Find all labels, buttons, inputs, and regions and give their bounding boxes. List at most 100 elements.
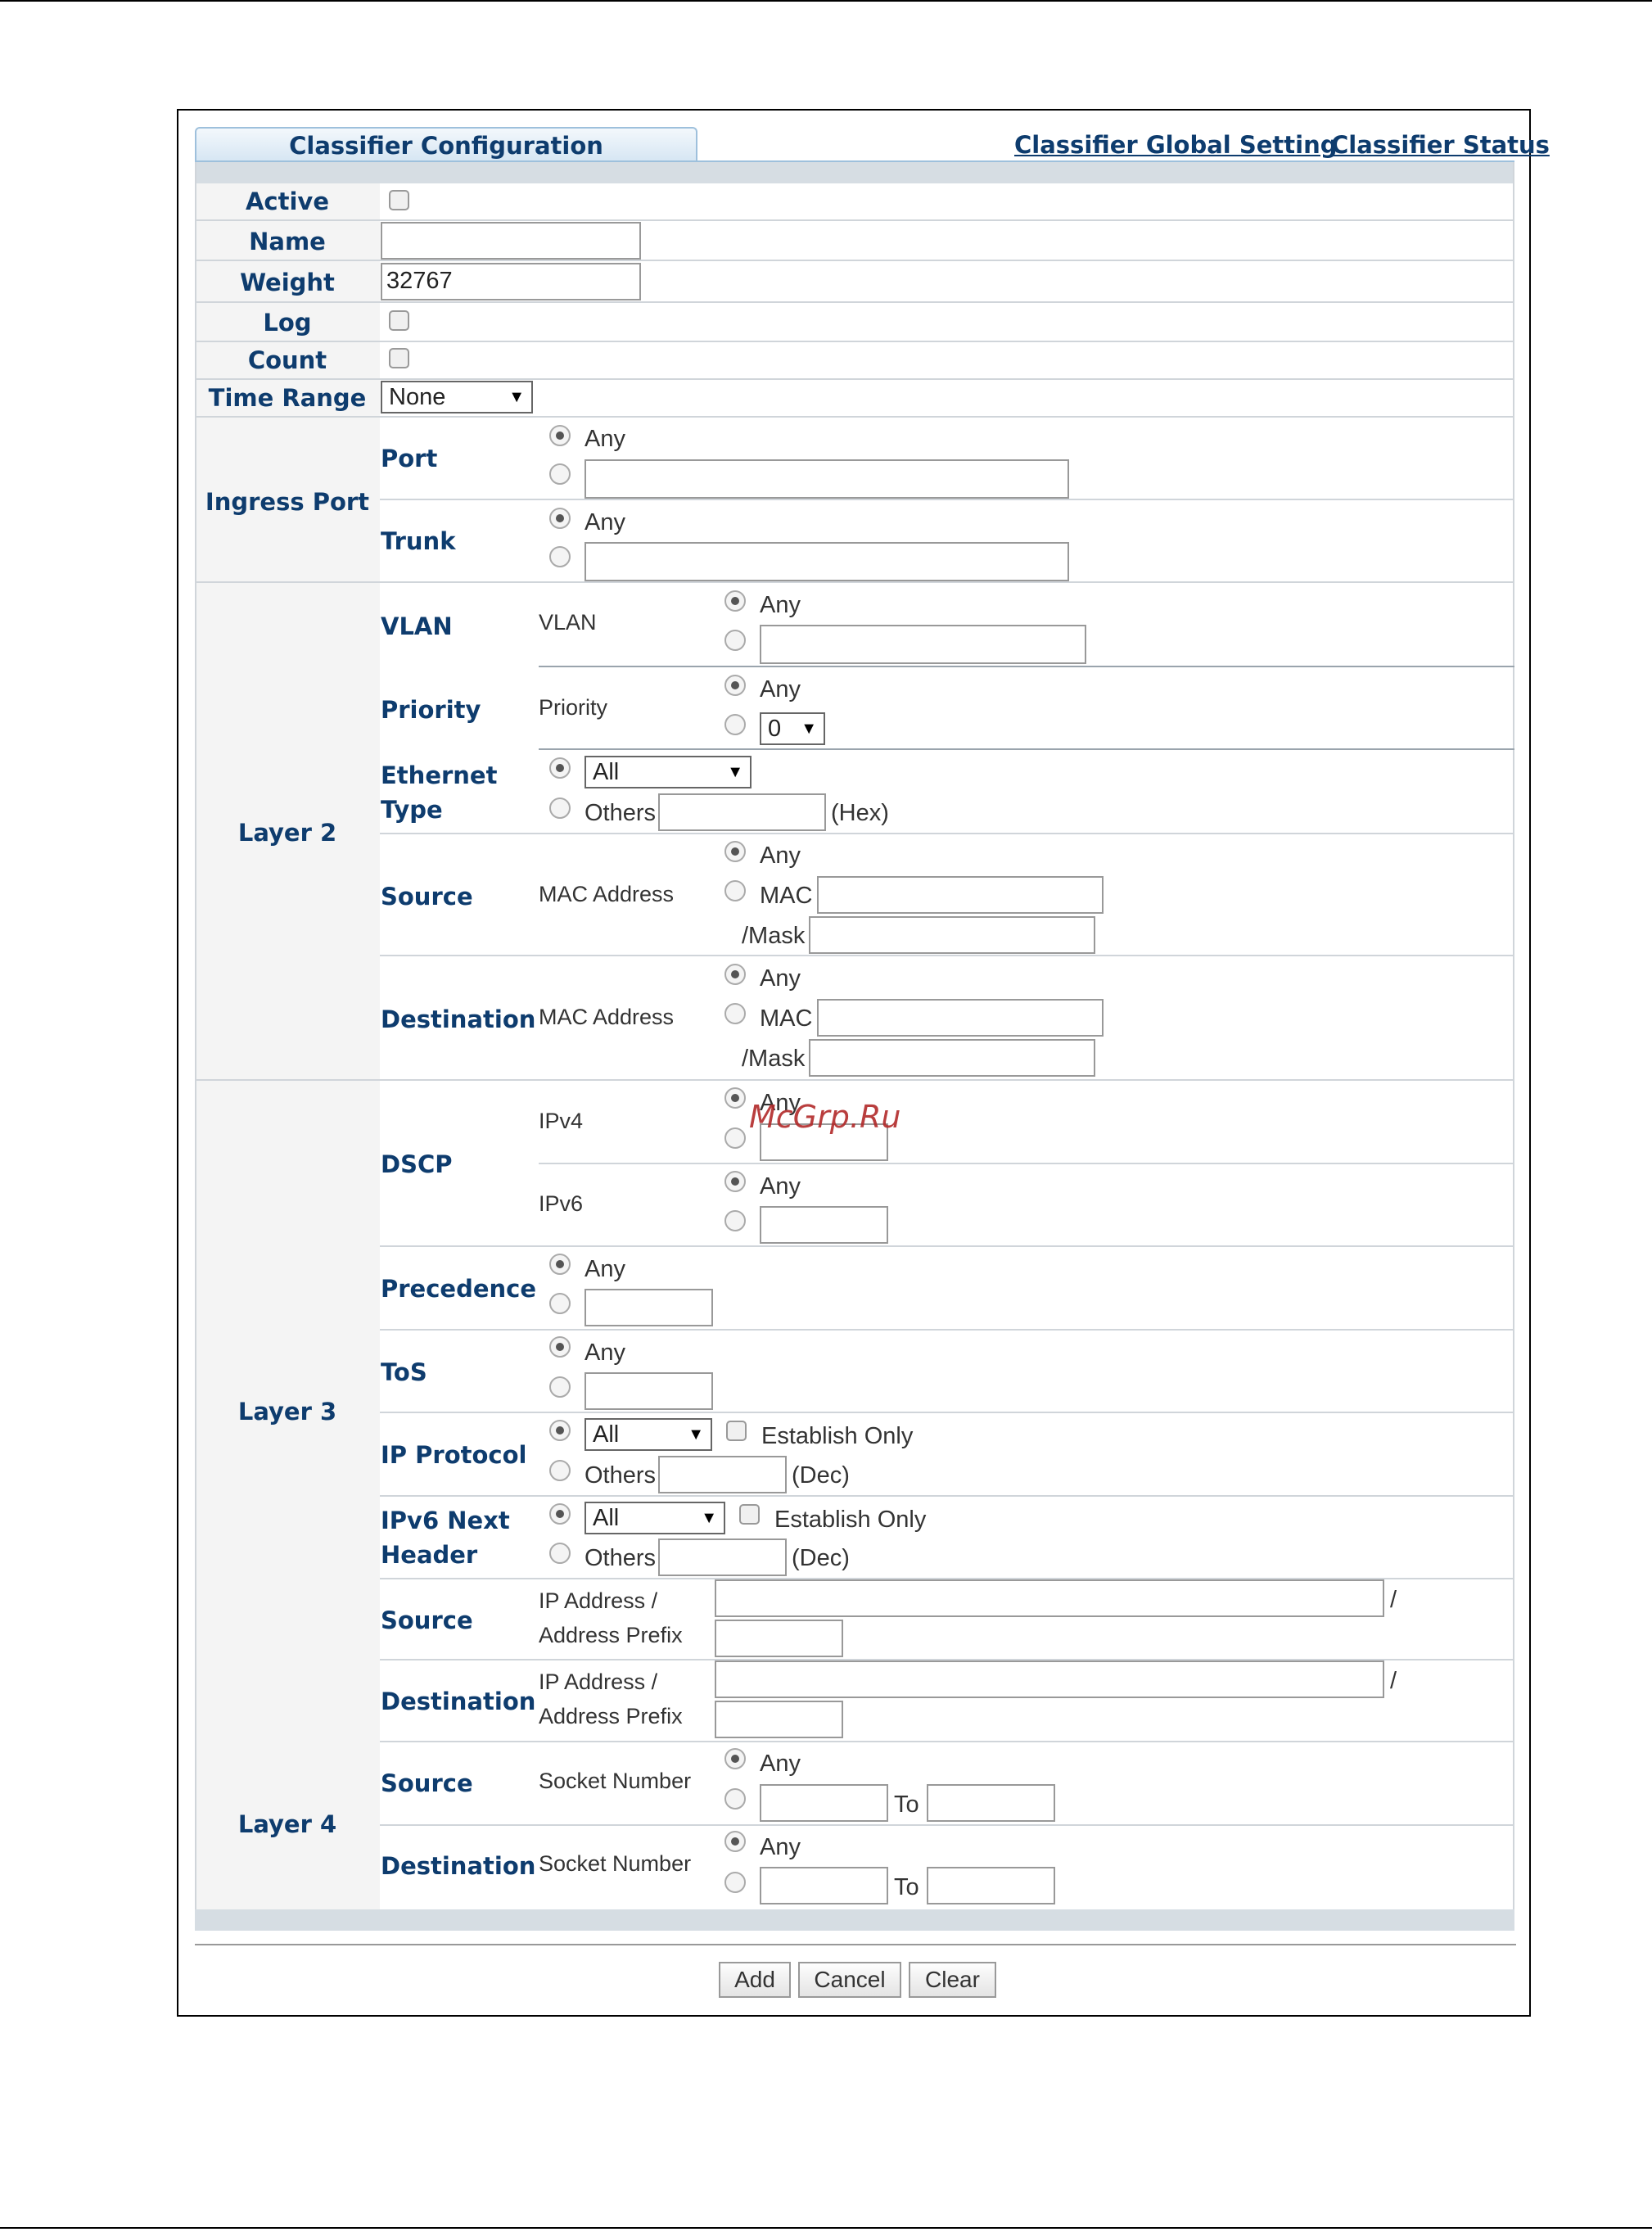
row-divider bbox=[539, 666, 1514, 667]
ip-protocol-select[interactable]: All ▼ bbox=[585, 1418, 712, 1451]
log-checkbox[interactable] bbox=[389, 310, 409, 331]
priority-custom-radio[interactable] bbox=[724, 714, 746, 735]
l4-destination-socket-number-label: Socket Number bbox=[539, 1851, 692, 1876]
ip-protocol-list-radio[interactable] bbox=[549, 1420, 571, 1441]
dscp-ipv6-any-label: Any bbox=[760, 1173, 801, 1200]
priority-select[interactable]: 0 ▼ bbox=[760, 712, 825, 745]
l4-source-to-input[interactable] bbox=[927, 1784, 1055, 1822]
priority-any-label: Any bbox=[760, 676, 801, 703]
l4-source-any-radio[interactable] bbox=[724, 1748, 746, 1769]
l4-source-from-input[interactable] bbox=[760, 1784, 888, 1822]
tos-custom-radio[interactable] bbox=[549, 1376, 571, 1398]
dscp-ipv4-custom-radio[interactable] bbox=[724, 1127, 746, 1149]
l4-destination-range-radio[interactable] bbox=[724, 1872, 746, 1893]
row-divider bbox=[380, 1495, 1514, 1497]
panel-right-border bbox=[1513, 162, 1514, 1931]
ethernet-type-list-radio[interactable] bbox=[549, 757, 571, 779]
precedence-any-radio[interactable] bbox=[549, 1254, 571, 1275]
tos-input[interactable] bbox=[585, 1372, 713, 1410]
priority-any-radio[interactable] bbox=[724, 675, 746, 696]
weight-input[interactable]: 32767 bbox=[381, 263, 641, 300]
port-any-radio[interactable] bbox=[549, 425, 571, 446]
trunk-any-radio[interactable] bbox=[549, 508, 571, 529]
l3-destination-ip-input[interactable] bbox=[715, 1660, 1384, 1698]
ethernet-type-others-label: Others bbox=[585, 800, 657, 826]
tos-any-label: Any bbox=[585, 1340, 625, 1366]
row-divider bbox=[380, 499, 1514, 500]
vlan-custom-radio[interactable] bbox=[724, 630, 746, 651]
ip-protocol-dec-input[interactable] bbox=[658, 1456, 787, 1493]
ip-protocol-label: IP Protocol bbox=[381, 1441, 527, 1469]
l2-destination-mac-radio[interactable] bbox=[724, 1003, 746, 1024]
row-divider bbox=[380, 1412, 1514, 1413]
row-divider bbox=[380, 833, 1514, 834]
ethernet-type-others-radio[interactable] bbox=[549, 797, 571, 819]
precedence-custom-radio[interactable] bbox=[549, 1293, 571, 1314]
dscp-ipv6-input[interactable] bbox=[760, 1206, 888, 1244]
trunk-custom-radio[interactable] bbox=[549, 546, 571, 567]
time-range-value: None bbox=[389, 384, 446, 410]
l2-destination-mask-input[interactable] bbox=[809, 1039, 1095, 1077]
layer3-section-label: Layer 3 bbox=[237, 1398, 337, 1425]
l3-source-prefix-input[interactable] bbox=[715, 1620, 843, 1657]
row-divider bbox=[380, 1741, 1514, 1742]
l3-destination-address-prefix-label: Address Prefix bbox=[539, 1704, 683, 1728]
add-button[interactable]: Add bbox=[719, 1962, 791, 1998]
dscp-ipv6-custom-radio[interactable] bbox=[724, 1210, 746, 1231]
l3-source-ip-input[interactable] bbox=[715, 1579, 1384, 1617]
l2-source-any-radio[interactable] bbox=[724, 841, 746, 862]
trunk-input[interactable] bbox=[585, 542, 1069, 581]
cancel-button[interactable]: Cancel bbox=[798, 1962, 901, 1998]
hex-unit-label: (Hex) bbox=[831, 800, 889, 826]
ethernet-type-hex-input[interactable] bbox=[658, 793, 826, 831]
l4-destination-to-label: To bbox=[894, 1874, 919, 1900]
dscp-ipv4-any-radio[interactable] bbox=[724, 1087, 746, 1109]
row-divider bbox=[380, 1329, 1514, 1331]
row-divider bbox=[195, 341, 1514, 342]
ipv6-next-header-list-radio[interactable] bbox=[549, 1503, 571, 1525]
l2-destination-any-label: Any bbox=[760, 965, 801, 992]
classifier-status-link[interactable]: Classifier Status bbox=[1331, 131, 1550, 159]
dscp-ipv6-any-radio[interactable] bbox=[724, 1171, 746, 1192]
ip-protocol-establish-only-checkbox[interactable] bbox=[726, 1421, 747, 1441]
section-divider bbox=[195, 581, 1514, 583]
vlan-any-radio[interactable] bbox=[724, 590, 746, 612]
ipv6-next-header-establish-only-checkbox[interactable] bbox=[739, 1504, 760, 1525]
port-input[interactable] bbox=[585, 459, 1069, 499]
ip-protocol-others-radio[interactable] bbox=[549, 1460, 571, 1481]
active-checkbox[interactable] bbox=[389, 190, 409, 210]
l2-source-mac-radio[interactable] bbox=[724, 880, 746, 901]
trunk-any-label: Any bbox=[585, 509, 625, 535]
l4-destination-to-input[interactable] bbox=[927, 1867, 1055, 1904]
count-checkbox[interactable] bbox=[389, 348, 409, 368]
clear-button[interactable]: Clear bbox=[909, 1962, 996, 1998]
l4-destination-from-input[interactable] bbox=[760, 1867, 888, 1904]
l2-destination-mac-input[interactable] bbox=[817, 999, 1104, 1037]
layer2-section-label: Layer 2 bbox=[237, 819, 337, 847]
classifier-global-setting-link[interactable]: Classifier Global Setting bbox=[1014, 131, 1337, 159]
l4-source-any-label: Any bbox=[760, 1751, 801, 1777]
vlan-input[interactable] bbox=[760, 625, 1086, 664]
ipv6-next-header-dec-input[interactable] bbox=[658, 1538, 787, 1576]
ipv6-next-header-select[interactable]: All ▼ bbox=[585, 1502, 725, 1534]
dropdown-arrow-icon: ▼ bbox=[688, 1425, 704, 1444]
port-custom-radio[interactable] bbox=[549, 463, 571, 485]
l2-source-mask-input[interactable] bbox=[809, 916, 1095, 954]
name-input[interactable] bbox=[381, 222, 641, 260]
ipv6-next-header-label-1: IPv6 Next bbox=[381, 1507, 510, 1534]
l2-source-mac-input[interactable] bbox=[817, 876, 1104, 914]
row-divider bbox=[380, 1824, 1514, 1826]
l4-source-range-radio[interactable] bbox=[724, 1788, 746, 1810]
tos-label: ToS bbox=[381, 1358, 427, 1386]
time-range-select[interactable]: None ▼ bbox=[381, 381, 533, 413]
l4-destination-any-radio[interactable] bbox=[724, 1831, 746, 1852]
l3-destination-prefix-input[interactable] bbox=[715, 1701, 843, 1738]
l2-destination-any-radio[interactable] bbox=[724, 964, 746, 985]
l2-source-mask-label: /Mask bbox=[742, 923, 806, 949]
tab-classifier-configuration[interactable]: Classifier Configuration bbox=[195, 127, 697, 161]
tos-any-radio[interactable] bbox=[549, 1336, 571, 1358]
ipv6-next-header-others-radio[interactable] bbox=[549, 1543, 571, 1564]
precedence-input[interactable] bbox=[585, 1289, 713, 1326]
ethernet-type-select[interactable]: All ▼ bbox=[585, 756, 752, 788]
l3-destination-slash: / bbox=[1390, 1668, 1397, 1694]
